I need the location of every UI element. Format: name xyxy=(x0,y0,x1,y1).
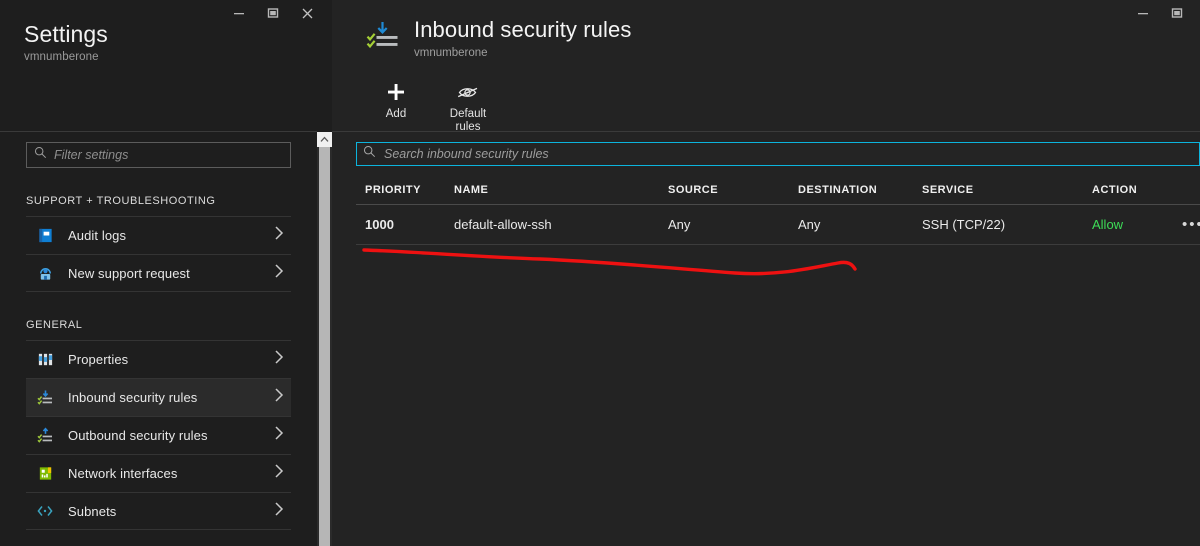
minimize-button[interactable] xyxy=(1126,0,1160,26)
blade-title-group: Inbound security rules vmnumberone xyxy=(414,17,631,59)
properties-icon xyxy=(35,350,55,370)
sidebar-item-inbound-security-rules[interactable]: Inbound security rules xyxy=(26,378,291,416)
cell-service: SSH (TCP/22) xyxy=(922,217,1006,232)
chevron-right-icon xyxy=(273,225,287,246)
nav-list-general: Properties Inbound security rules Outbou… xyxy=(0,340,317,530)
close-button[interactable] xyxy=(290,0,324,26)
search-icon xyxy=(363,145,376,163)
maximize-button[interactable] xyxy=(256,0,290,26)
sidebar-item-label: Subnets xyxy=(68,503,117,519)
blade-header: Inbound security rules vmnumberone xyxy=(332,0,1200,59)
chevron-right-icon xyxy=(273,425,287,446)
network-interfaces-icon xyxy=(35,464,55,484)
inbound-security-rules-icon xyxy=(366,17,400,56)
chevron-right-icon xyxy=(273,387,287,408)
search-rules-wrap xyxy=(356,142,1200,166)
default-rules-button[interactable]: Default rules xyxy=(432,73,504,134)
search-icon xyxy=(34,146,47,164)
inbound-security-rules-blade: Inbound security rules vmnumberone Add D… xyxy=(332,0,1200,546)
search-rules-input[interactable] xyxy=(384,147,1193,161)
table-row[interactable]: 1000 default-allow-ssh Any Any SSH (TCP/… xyxy=(356,205,1200,245)
cell-destination: Any xyxy=(798,217,821,232)
column-header-destination[interactable]: DESTINATION xyxy=(798,184,922,196)
page-subtitle: vmnumberone xyxy=(24,51,99,63)
blade-subtitle: vmnumberone xyxy=(414,47,488,59)
settings-window-controls xyxy=(222,0,324,26)
audit-logs-icon xyxy=(35,226,55,246)
settings-body: SUPPORT + TROUBLESHOOTING Audit logs xyxy=(0,132,317,546)
filter-settings-input[interactable] xyxy=(54,148,283,162)
search-rules-box[interactable] xyxy=(356,142,1200,166)
cell-priority: 1000 xyxy=(365,217,394,232)
table-header-row: PRIORITY NAME SOURCE DESTINATION SERVICE… xyxy=(356,175,1200,205)
chevron-up-icon xyxy=(320,136,329,142)
add-button[interactable]: Add xyxy=(360,73,432,134)
settings-scrollbar[interactable] xyxy=(317,132,332,546)
group-label-support: SUPPORT + TROUBLESHOOTING xyxy=(26,195,216,207)
sidebar-item-properties[interactable]: Properties xyxy=(26,340,291,378)
plus-icon xyxy=(386,79,406,105)
close-icon xyxy=(302,8,312,18)
ellipsis-icon: ••• xyxy=(1182,216,1200,233)
add-button-label: Add xyxy=(385,108,407,120)
sidebar-item-subnets[interactable]: Subnets xyxy=(26,492,291,530)
outbound-rules-icon xyxy=(35,426,55,446)
column-header-action[interactable]: ACTION xyxy=(1092,184,1182,196)
sidebar-item-audit-logs[interactable]: Audit logs xyxy=(26,216,291,254)
row-context-menu-button[interactable]: ••• xyxy=(1182,217,1200,232)
minimize-icon xyxy=(1138,13,1148,15)
blade-title: Inbound security rules xyxy=(414,17,632,42)
column-header-name[interactable]: NAME xyxy=(454,184,668,196)
scroll-up-button[interactable] xyxy=(317,132,332,147)
sidebar-item-label: Outbound security rules xyxy=(68,428,208,443)
filter-settings-box[interactable] xyxy=(26,142,291,168)
sidebar-item-new-support-request[interactable]: New support request xyxy=(26,254,291,292)
eye-off-icon xyxy=(456,79,480,105)
maximize-icon xyxy=(1171,8,1183,18)
blade-window-controls xyxy=(1126,0,1194,26)
subnets-icon xyxy=(35,501,55,521)
sidebar-item-label: Audit logs xyxy=(68,228,127,243)
blade-toolbar: Add Default rules xyxy=(332,73,1200,134)
chevron-right-icon xyxy=(273,501,287,522)
minimize-button[interactable] xyxy=(222,0,256,26)
chevron-right-icon xyxy=(273,349,287,370)
sidebar-item-label: Network interfaces xyxy=(68,466,178,481)
security-rules-table: PRIORITY NAME SOURCE DESTINATION SERVICE… xyxy=(356,175,1200,245)
maximize-button[interactable] xyxy=(1160,0,1194,26)
blade-header-divider xyxy=(332,131,1200,132)
sidebar-item-label: New support request xyxy=(68,265,190,281)
column-header-priority[interactable]: PRIORITY xyxy=(356,184,454,196)
maximize-icon xyxy=(267,8,279,18)
cell-name: default-allow-ssh xyxy=(454,217,552,232)
nav-list-support: Audit logs New support request xyxy=(0,216,317,292)
cell-action: Allow xyxy=(1092,217,1124,232)
settings-blade: Settings vmnumberone SUPPORT + TROUBLESH… xyxy=(0,0,332,546)
inbound-rules-icon xyxy=(35,388,55,408)
chevron-right-icon xyxy=(273,263,287,284)
sidebar-item-outbound-security-rules[interactable]: Outbound security rules xyxy=(26,416,291,454)
column-header-source[interactable]: SOURCE xyxy=(668,184,798,196)
filter-settings-wrap xyxy=(0,132,317,168)
sidebar-item-label: Properties xyxy=(68,352,129,367)
group-label-general: GENERAL xyxy=(26,319,83,331)
column-header-service[interactable]: SERVICE xyxy=(922,184,1092,196)
sidebar-item-label: Inbound security rules xyxy=(68,390,198,405)
cell-source: Any xyxy=(668,217,691,232)
chevron-right-icon xyxy=(273,463,287,484)
azure-portal-window: Settings vmnumberone SUPPORT + TROUBLESH… xyxy=(0,0,1200,546)
support-request-icon xyxy=(35,263,55,283)
scrollbar-thumb[interactable] xyxy=(319,147,330,546)
sidebar-item-network-interfaces[interactable]: Network interfaces xyxy=(26,454,291,492)
minimize-icon xyxy=(234,13,244,15)
